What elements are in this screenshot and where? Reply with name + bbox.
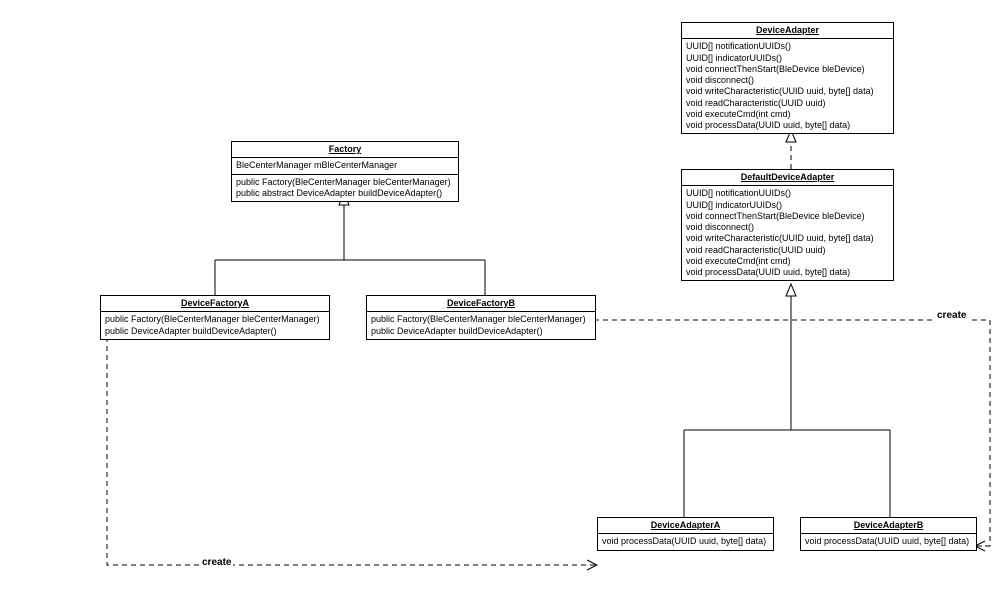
- op-row: void readCharacteristic(UUID uuid): [686, 245, 889, 256]
- op-row: public Factory(BleCenterManager bleCente…: [236, 177, 454, 188]
- op-row: public Factory(BleCenterManager bleCente…: [105, 314, 325, 325]
- class-factory: Factory BleCenterManager mBleCenterManag…: [231, 141, 459, 202]
- op-row: void connectThenStart(BleDevice bleDevic…: [686, 211, 889, 222]
- class-defaultdeviceadapter: DefaultDeviceAdapter UUID[] notification…: [681, 169, 894, 281]
- class-title: DeviceAdapterA: [598, 518, 773, 534]
- dependency-label-create-a: create: [200, 557, 233, 568]
- class-operations: UUID[] notificationUUIDs() UUID[] indica…: [682, 39, 893, 133]
- class-operations: void processData(UUID uuid, byte[] data): [801, 534, 976, 549]
- op-row: void readCharacteristic(UUID uuid): [686, 98, 889, 109]
- class-operations: UUID[] notificationUUIDs() UUID[] indica…: [682, 186, 893, 280]
- op-row: void processData(UUID uuid, byte[] data): [686, 120, 889, 131]
- class-operations: void processData(UUID uuid, byte[] data): [598, 534, 773, 549]
- class-title: DeviceFactoryA: [101, 296, 329, 312]
- class-title: Factory: [232, 142, 458, 158]
- class-operations: public Factory(BleCenterManager bleCente…: [367, 312, 595, 339]
- dependency-label-create-b: create: [935, 310, 968, 321]
- class-deviceadapter: DeviceAdapter UUID[] notificationUUIDs()…: [681, 22, 894, 134]
- op-row: void disconnect(): [686, 222, 889, 233]
- op-row: UUID[] notificationUUIDs(): [686, 41, 889, 52]
- op-row: void writeCharacteristic(UUID uuid, byte…: [686, 86, 889, 97]
- op-row: UUID[] indicatorUUIDs(): [686, 200, 889, 211]
- op-row: void processData(UUID uuid, byte[] data): [686, 267, 889, 278]
- attr-row: BleCenterManager mBleCenterManager: [236, 160, 454, 171]
- op-row: void writeCharacteristic(UUID uuid, byte…: [686, 233, 889, 244]
- op-row: UUID[] indicatorUUIDs(): [686, 53, 889, 64]
- op-row: public DeviceAdapter buildDeviceAdapter(…: [371, 326, 591, 337]
- op-row: void disconnect(): [686, 75, 889, 86]
- class-deviceadapter-a: DeviceAdapterA void processData(UUID uui…: [597, 517, 774, 551]
- op-row: void executeCmd(int cmd): [686, 109, 889, 120]
- class-devicefactory-b: DeviceFactoryB public Factory(BleCenterM…: [366, 295, 596, 340]
- op-row: public abstract DeviceAdapter buildDevic…: [236, 188, 454, 199]
- class-operations: public Factory(BleCenterManager bleCente…: [101, 312, 329, 339]
- class-operations: public Factory(BleCenterManager bleCente…: [232, 175, 458, 202]
- op-row: void executeCmd(int cmd): [686, 256, 889, 267]
- class-title: DefaultDeviceAdapter: [682, 170, 893, 186]
- class-devicefactory-a: DeviceFactoryA public Factory(BleCenterM…: [100, 295, 330, 340]
- op-row: public DeviceAdapter buildDeviceAdapter(…: [105, 326, 325, 337]
- op-row: void connectThenStart(BleDevice bleDevic…: [686, 64, 889, 75]
- op-row: public Factory(BleCenterManager bleCente…: [371, 314, 591, 325]
- op-row: void processData(UUID uuid, byte[] data): [602, 536, 769, 547]
- class-attributes: BleCenterManager mBleCenterManager: [232, 158, 458, 174]
- class-deviceadapter-b: DeviceAdapterB void processData(UUID uui…: [800, 517, 977, 551]
- class-title: DeviceAdapterB: [801, 518, 976, 534]
- op-row: UUID[] notificationUUIDs(): [686, 188, 889, 199]
- class-title: DeviceFactoryB: [367, 296, 595, 312]
- class-title: DeviceAdapter: [682, 23, 893, 39]
- op-row: void processData(UUID uuid, byte[] data): [805, 536, 972, 547]
